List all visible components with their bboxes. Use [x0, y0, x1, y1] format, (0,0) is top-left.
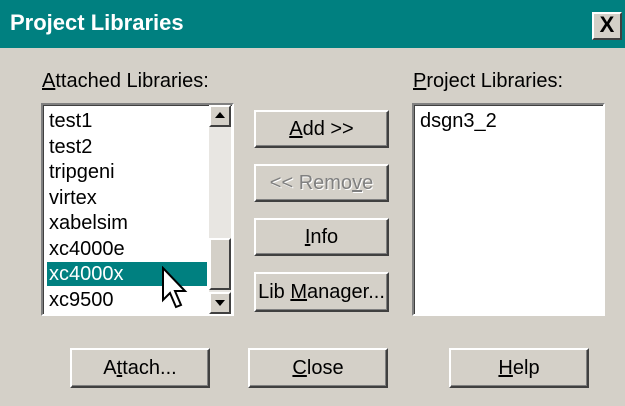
remove-button[interactable]: << Remove	[254, 164, 389, 202]
triangle-down-icon	[215, 300, 225, 306]
lib-manager-button[interactable]: Lib Manager...	[254, 272, 389, 312]
close-button[interactable]: Close	[248, 348, 388, 388]
attach-button[interactable]: Attach...	[70, 348, 210, 388]
list-item[interactable]: xabelsim	[47, 211, 128, 235]
list-item[interactable]: tripgeni	[47, 160, 115, 184]
list-item[interactable]: test1	[47, 109, 92, 133]
list-item[interactable]: xc4000e	[47, 237, 125, 261]
help-button[interactable]: Help	[449, 348, 589, 388]
triangle-up-icon	[215, 112, 225, 118]
close-window-button[interactable]: X	[592, 12, 622, 40]
add-button[interactable]: Add >>	[254, 110, 389, 148]
list-item[interactable]: virtex	[47, 186, 97, 210]
attached-libraries-list[interactable]: test1 test2 tripgeni virtex xabelsim xc4000e x…	[41, 103, 234, 316]
window-title: Project Libraries	[10, 10, 184, 35]
list-item[interactable]: xc9500	[47, 288, 114, 312]
scroll-up-button[interactable]	[209, 105, 231, 127]
project-libraries-label: Project Libraries:	[413, 70, 564, 92]
list-item[interactable]: dsgn3_2	[418, 109, 497, 133]
project-libraries-list[interactable]: dsgn3_2	[412, 103, 605, 316]
scroll-down-button[interactable]	[209, 292, 231, 314]
list-item[interactable]: test2	[47, 135, 92, 159]
attached-list-scrollbar[interactable]	[209, 105, 231, 314]
scroll-thumb[interactable]	[209, 238, 231, 290]
close-icon: X	[599, 12, 615, 37]
attached-libraries-label: Attached Libraries:	[42, 70, 209, 92]
title-bar: Project Libraries X	[0, 0, 625, 48]
info-button[interactable]: Info	[254, 218, 389, 256]
mouse-cursor-icon	[162, 266, 188, 309]
